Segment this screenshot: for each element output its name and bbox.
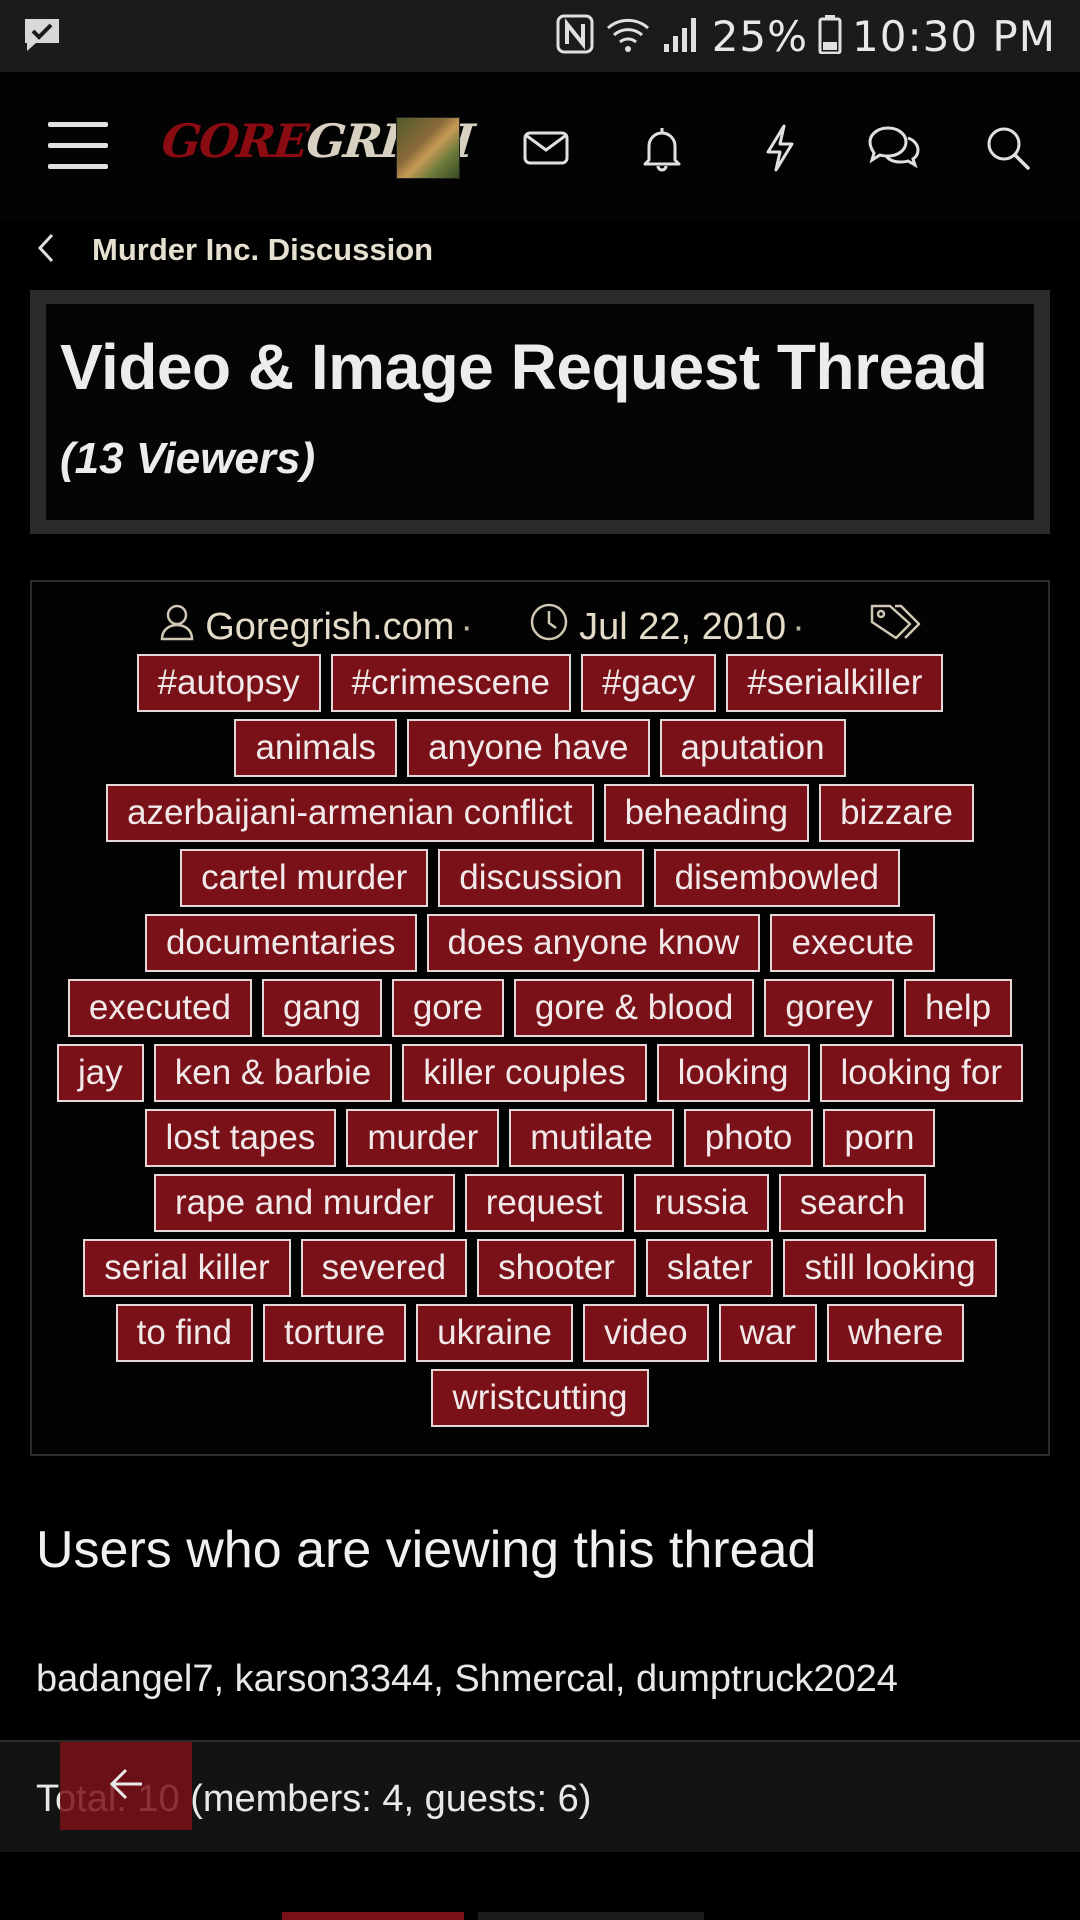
breadcrumb[interactable]: Murder Inc. Discussion: [36, 228, 433, 272]
page-title: Video & Image Request Thread: [60, 331, 988, 403]
tag-pill[interactable]: azerbaijani-armenian conflict: [106, 784, 594, 842]
tag-pill[interactable]: wristcutting: [431, 1369, 649, 1427]
tag-pill[interactable]: porn: [823, 1109, 936, 1167]
tag-pill[interactable]: shooter: [477, 1239, 636, 1297]
tag-pill[interactable]: photo: [683, 1109, 814, 1167]
tag-pill[interactable]: ken & barbie: [153, 1044, 393, 1102]
tag-pill[interactable]: #autopsy: [136, 654, 321, 712]
tag-pill[interactable]: executed: [67, 979, 252, 1037]
viewing-users[interactable]: badangel7, karson3344, Shmercal, dumptru…: [36, 1658, 898, 1701]
thread-meta-panel: Goregrish.com · Jul 22, 2010 · #autopsy #…: [30, 580, 1050, 1456]
tag-pill[interactable]: help: [903, 979, 1013, 1037]
tag-pill[interactable]: gore & blood: [513, 979, 755, 1037]
thread-author[interactable]: Goregrish.com: [205, 606, 454, 649]
tag-pill[interactable]: #crimescene: [330, 654, 571, 712]
tag-pill[interactable]: ukraine: [416, 1304, 573, 1362]
tag-pill[interactable]: torture: [263, 1304, 407, 1362]
tag-pill[interactable]: disembowled: [653, 849, 900, 907]
conversations-icon[interactable]: [866, 122, 920, 174]
tag-pill[interactable]: serial killer: [83, 1239, 291, 1297]
thread-meta: Goregrish.com · Jul 22, 2010 ·: [32, 602, 1048, 652]
tag-pill[interactable]: rape and murder: [154, 1174, 455, 1232]
status-bar: 25% 10:30 PM: [0, 0, 1080, 72]
tag-pill[interactable]: bizzare: [819, 784, 974, 842]
bottom-button-edge[interactable]: [282, 1912, 464, 1920]
nfc-icon: [556, 14, 594, 59]
tag-pill[interactable]: search: [778, 1174, 926, 1232]
bell-icon[interactable]: [636, 122, 688, 174]
search-icon[interactable]: [982, 122, 1034, 174]
battery-icon: [818, 14, 842, 59]
app-header: GOREGRISH: [0, 72, 1080, 222]
back-button[interactable]: [60, 1742, 192, 1830]
tag-pill[interactable]: murder: [346, 1109, 500, 1167]
tag-pill[interactable]: mutilate: [509, 1109, 674, 1167]
tag-pill[interactable]: aputation: [659, 719, 846, 777]
tag-pill[interactable]: gore: [391, 979, 504, 1037]
meta-separator: ·: [792, 605, 805, 648]
chevron-left-icon: [36, 232, 56, 269]
tag-pill[interactable]: to find: [115, 1304, 253, 1362]
tag-pill[interactable]: where: [827, 1304, 965, 1362]
viewer-count: (13 Viewers): [60, 434, 316, 483]
tag-pill[interactable]: gang: [261, 979, 382, 1037]
tag-pill[interactable]: war: [718, 1304, 818, 1362]
tag-pill[interactable]: execute: [770, 914, 936, 972]
tag-pill[interactable]: looking for: [819, 1044, 1023, 1102]
tag-pill[interactable]: anyone have: [407, 719, 650, 777]
tag-pill[interactable]: #serialkiller: [726, 654, 944, 712]
tag-pill[interactable]: slater: [645, 1239, 774, 1297]
bottom-button-edge-2[interactable]: [478, 1912, 704, 1920]
tag-pill[interactable]: cartel murder: [180, 849, 429, 907]
tag-pill[interactable]: killer couples: [402, 1044, 647, 1102]
tag-pill[interactable]: request: [464, 1174, 624, 1232]
tag-pill[interactable]: lost tapes: [144, 1109, 337, 1167]
tag-pill[interactable]: does anyone know: [426, 914, 761, 972]
tag-pill[interactable]: gorey: [764, 979, 894, 1037]
thread-title-block: Video & Image Request Thread (13 Viewers…: [30, 290, 1050, 534]
tag-pill[interactable]: video: [582, 1304, 709, 1362]
inbox-icon[interactable]: [520, 122, 572, 174]
tag-pill[interactable]: still looking: [783, 1239, 997, 1297]
tag-pill[interactable]: jay: [57, 1044, 144, 1102]
breadcrumb-label: Murder Inc. Discussion: [92, 232, 434, 267]
tag-pill[interactable]: #gacy: [581, 654, 717, 712]
tag-pill[interactable]: documentaries: [144, 914, 417, 972]
lightning-icon[interactable]: [754, 122, 806, 174]
tag-pill[interactable]: russia: [633, 1174, 769, 1232]
menu-icon[interactable]: [48, 122, 108, 169]
tag-pill[interactable]: discussion: [438, 849, 644, 907]
meta-separator: ·: [460, 605, 474, 648]
user-icon: [159, 603, 195, 651]
user-avatar[interactable]: [396, 117, 460, 179]
battery-percent: 25%: [711, 12, 809, 61]
signal-icon: [662, 14, 702, 59]
tag-pill[interactable]: beheading: [603, 784, 810, 842]
arrow-left-icon: [106, 1764, 146, 1809]
thread-date[interactable]: Jul 22, 2010: [579, 606, 786, 649]
tag-pill[interactable]: looking: [656, 1044, 810, 1102]
tag-list: #autopsy #crimescene #gacy #serialkiller ani…: [52, 654, 1028, 1427]
wifi-icon: [604, 14, 652, 59]
tags-icon[interactable]: [869, 602, 921, 652]
clock: 10:30 PM: [852, 12, 1056, 61]
tag-pill[interactable]: severed: [300, 1239, 468, 1297]
message-notification-icon: [22, 16, 62, 59]
viewers-heading: Users who are viewing this thread: [36, 1521, 817, 1579]
clock-icon: [529, 602, 569, 652]
tag-pill[interactable]: animals: [234, 719, 398, 777]
